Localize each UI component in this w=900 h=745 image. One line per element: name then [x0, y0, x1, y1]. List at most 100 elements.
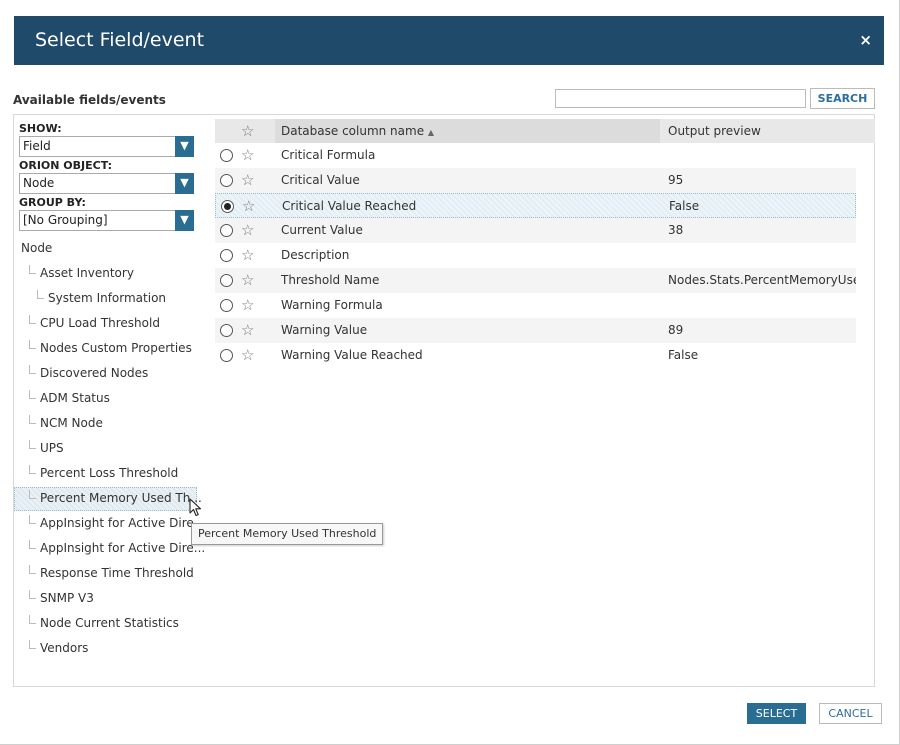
table-row[interactable]: ☆ Threshold Name Nodes.Stats.PercentMemo… [215, 268, 856, 293]
row-radio[interactable] [220, 299, 233, 312]
show-select[interactable]: Field ▼ [19, 136, 194, 157]
tree-item[interactable]: Response Time Threshold [40, 566, 194, 580]
close-icon[interactable]: × [859, 31, 872, 49]
star-icon[interactable]: ☆ [242, 197, 255, 215]
cell-name: Critical Value Reached [282, 199, 417, 213]
star-icon[interactable]: ☆ [241, 146, 254, 164]
column-header-name[interactable]: Database column name ▲ [281, 124, 434, 138]
star-icon[interactable]: ☆ [241, 246, 254, 264]
tree-item[interactable]: Discovered Nodes [40, 366, 148, 380]
tree-item[interactable]: AppInsight for Active Dire... [40, 541, 205, 555]
row-radio[interactable] [220, 324, 233, 337]
cell-name: Warning Value Reached [281, 348, 423, 362]
group-by-select[interactable]: [No Grouping] ▼ [19, 210, 194, 231]
tree-connector [29, 540, 36, 549]
tree-item[interactable]: AppInsight for Active Dire... [40, 516, 205, 530]
tree-item[interactable]: Nodes Custom Properties [40, 341, 192, 355]
cell-preview: 89 [668, 323, 684, 337]
mouse-cursor-icon [189, 498, 202, 517]
row-radio[interactable] [220, 174, 233, 187]
cell-name: Critical Formula [281, 148, 376, 162]
tree-item[interactable]: SNMP V3 [40, 591, 94, 605]
tree-item[interactable]: Vendors [40, 641, 88, 655]
dialog-title: Select Field/event [35, 29, 205, 51]
cell-preview: False [668, 348, 699, 362]
chevron-down-icon[interactable]: ▼ [175, 210, 194, 231]
row-radio[interactable] [220, 149, 233, 162]
tree-root-node[interactable]: Node [21, 241, 52, 255]
tree-connector [29, 440, 36, 449]
column-header-name-label: Database column name [281, 124, 425, 138]
cell-preview: Nodes.Stats.PercentMemoryUsed [668, 273, 856, 287]
tree-item[interactable]: Percent Loss Threshold [40, 466, 178, 480]
available-fields-label: Available fields/events [13, 93, 166, 107]
tree-item[interactable]: ADM Status [40, 391, 110, 405]
show-label: SHOW: [19, 122, 62, 135]
cancel-button[interactable]: CANCEL [819, 703, 882, 724]
table-row[interactable]: ☆ Description [215, 243, 856, 268]
cell-name: Critical Value [281, 173, 360, 187]
grid-header: ☆ Database column name ▲ Output preview [215, 119, 875, 143]
star-icon[interactable]: ☆ [241, 271, 254, 289]
tree-connector [29, 465, 36, 474]
table-row[interactable]: ☆ Critical Value 95 [215, 168, 856, 193]
tree-item[interactable]: NCM Node [40, 416, 103, 430]
orion-object-select[interactable]: Node ▼ [19, 173, 194, 194]
row-radio[interactable] [220, 349, 233, 362]
star-icon[interactable]: ☆ [241, 221, 254, 239]
tree-connector [29, 565, 36, 574]
cell-preview: 38 [668, 223, 684, 237]
row-radio[interactable] [220, 224, 233, 237]
sort-asc-icon: ▲ [427, 128, 435, 137]
column-header-preview[interactable]: Output preview [668, 124, 761, 138]
tree-item[interactable]: Asset Inventory [40, 266, 134, 280]
star-icon[interactable]: ☆ [241, 346, 254, 364]
dialog-titlebar: Select Field/event × [14, 16, 884, 65]
tree-connector [29, 390, 36, 399]
orion-object-label: ORION OBJECT: [19, 159, 113, 172]
tree-connector [29, 515, 36, 524]
cell-preview: 95 [668, 173, 684, 187]
search-button[interactable]: SEARCH [810, 88, 875, 109]
tree-item-selected[interactable]: Percent Memory Used Th... [40, 491, 202, 505]
table-row[interactable]: ☆ Critical Formula [215, 143, 856, 168]
select-field-dialog: Select Field/event × Available fields/ev… [0, 0, 900, 745]
tree-connector [29, 315, 36, 324]
select-button[interactable]: SELECT [747, 703, 806, 724]
group-by-label: GROUP BY: [19, 196, 86, 209]
tree-connector [37, 290, 44, 299]
group-by-select-value: [No Grouping] [23, 213, 108, 227]
table-row[interactable]: ☆ Warning Value Reached False [215, 343, 856, 368]
chevron-down-icon[interactable]: ▼ [175, 173, 194, 194]
row-radio-selected[interactable] [221, 200, 234, 213]
cell-name: Current Value [281, 223, 363, 237]
show-select-value: Field [23, 139, 51, 153]
tree-connector [29, 490, 36, 499]
search-input[interactable] [555, 89, 806, 108]
table-row[interactable]: ☆ Warning Formula [215, 293, 856, 318]
table-row[interactable]: ☆ Warning Value 89 [215, 318, 856, 343]
star-icon[interactable]: ☆ [241, 171, 254, 189]
tree-item[interactable]: CPU Load Threshold [40, 316, 160, 330]
tree-item[interactable]: UPS [40, 441, 64, 455]
tree-connector [29, 615, 36, 624]
table-row[interactable]: ☆ Current Value 38 [215, 218, 856, 243]
tree-item[interactable]: Node Current Statistics [40, 616, 179, 630]
cell-name: Warning Value [281, 323, 368, 337]
row-radio[interactable] [220, 274, 233, 287]
cell-name: Description [281, 248, 350, 262]
chevron-down-icon[interactable]: ▼ [175, 136, 194, 157]
star-icon[interactable]: ☆ [241, 321, 254, 339]
row-radio[interactable] [220, 249, 233, 262]
tree-connector [29, 365, 36, 374]
tree-item-tooltip: Percent Memory Used Threshold [191, 523, 384, 545]
tree-connector [29, 590, 36, 599]
tree-connector [29, 340, 36, 349]
star-header-icon[interactable]: ☆ [241, 122, 254, 140]
table-row-selected[interactable]: ☆ Critical Value Reached False [215, 193, 856, 218]
star-icon[interactable]: ☆ [241, 296, 254, 314]
orion-object-select-value: Node [23, 176, 55, 190]
tree-item[interactable]: System Information [48, 291, 166, 305]
cell-name: Threshold Name [281, 273, 380, 287]
cell-preview: False [669, 199, 700, 213]
